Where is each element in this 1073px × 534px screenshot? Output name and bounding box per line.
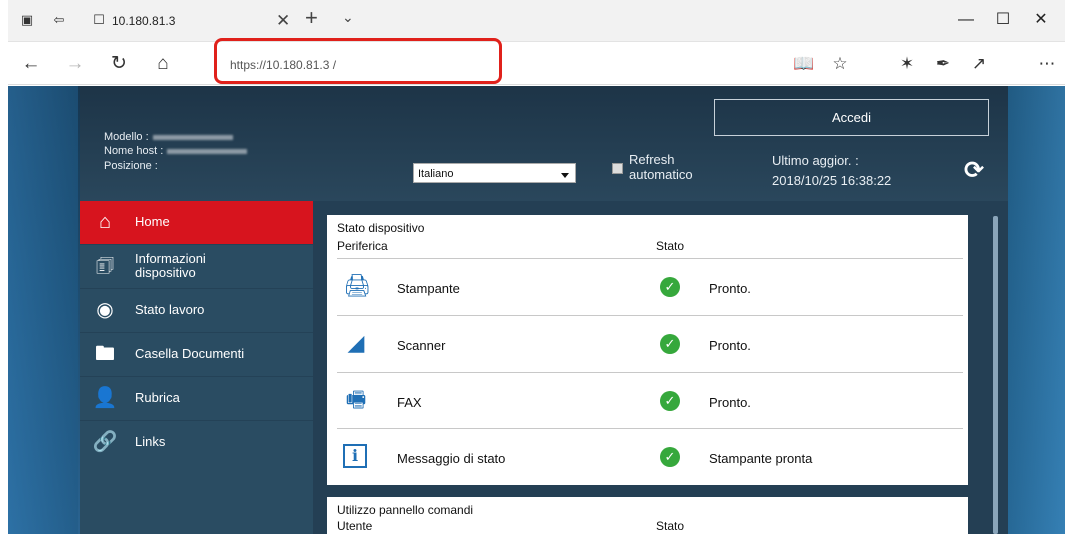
sidebar-item-document-box[interactable]: 🖿 Casella Documenti <box>80 333 313 377</box>
device-info-icon: 🗊 <box>95 255 115 277</box>
chevron-down-icon <box>561 173 569 178</box>
tab-list-icon[interactable]: ⌄ <box>342 9 354 26</box>
last-update-value: 2018/10/25 16:38:22 <box>772 173 892 188</box>
language-select[interactable]: Italiano <box>413 163 576 183</box>
login-button[interactable]: Accedi <box>714 99 989 136</box>
model-label: Modello : <box>104 131 149 143</box>
fax-icon: 🖷 <box>345 387 367 412</box>
address-highlight <box>214 38 502 84</box>
table-row: 🖷 FAX ✓ Pronto. <box>337 372 963 429</box>
favorites-icon[interactable]: ✶ <box>893 50 921 78</box>
reload-status-icon[interactable]: ⟳ <box>960 157 988 185</box>
back-icon[interactable]: ← <box>16 50 46 78</box>
minimize-icon[interactable]: — <box>951 8 981 32</box>
device-status-card: Stato dispositivo Periferica Stato 🖨 Sta… <box>327 215 968 485</box>
web-page: Modello : Nome host : Posizione : Italia… <box>8 86 1065 534</box>
last-update-label: Ultimo aggior. : <box>772 153 859 168</box>
device-status: Pronto. <box>709 281 751 296</box>
tab-aside-icon[interactable]: ⇦ <box>52 13 66 27</box>
panel-usage-title: Utilizzo pannello comandi <box>337 503 474 517</box>
column-header-status: Stato <box>656 239 685 253</box>
main-content: Stato dispositivo Periferica Stato 🖨 Sta… <box>313 201 1008 534</box>
sidebar-item-label: Links <box>135 434 166 449</box>
auto-refresh-label-line1: Refresh <box>629 152 675 167</box>
table-row: 🖨 Stampante ✓ Pronto. <box>337 258 963 315</box>
model-value <box>152 134 233 140</box>
job-status-icon: ◉ <box>96 299 114 321</box>
auto-refresh-label-line2: automatico <box>629 167 693 182</box>
share-icon[interactable]: ↗ <box>965 50 993 78</box>
notes-icon[interactable]: ✒ <box>929 50 957 78</box>
column-header-device: Periferica <box>337 239 388 253</box>
column-header-user: Utente <box>337 519 373 533</box>
model-row: Modello : <box>104 131 233 143</box>
device-status: Pronto. <box>709 338 751 353</box>
address-book-icon: 👤 <box>92 387 118 409</box>
check-ok-icon: ✓ <box>660 334 680 354</box>
sidebar-item-label-line1: Informazioni <box>135 251 206 266</box>
host-row: Nome host : <box>104 145 248 157</box>
device-name: Stampante <box>397 281 460 296</box>
check-ok-icon: ✓ <box>660 391 680 411</box>
language-value: Italiano <box>418 168 454 180</box>
tab-bar: ▣ ⇦ ☐ 10.180.81.3 ✕ + ⌄ — ☐ ✕ <box>8 0 1065 42</box>
device-name: Scanner <box>397 338 446 353</box>
browser-window: ▣ ⇦ ☐ 10.180.81.3 ✕ + ⌄ — ☐ ✕ ← → ↻ ⌂ ht… <box>8 0 1065 534</box>
home-icon[interactable]: ⌂ <box>148 50 178 78</box>
links-icon: 🔗 <box>92 431 118 453</box>
page-icon: ☐ <box>93 12 105 27</box>
auto-refresh-checkbox[interactable] <box>612 163 623 174</box>
maximize-icon[interactable]: ☐ <box>988 8 1018 32</box>
device-status: Stampante pronta <box>709 451 813 466</box>
sidebar-item-label: Casella Documenti <box>135 346 245 361</box>
scanner-icon: ◢ <box>347 330 365 355</box>
sidebar-item-label: Home <box>135 214 170 229</box>
column-header-status: Stato <box>656 519 685 533</box>
home-icon: ⌂ <box>98 211 112 233</box>
new-tab-icon[interactable]: + <box>305 5 318 31</box>
sidebar-item-label: Stato lavoro <box>135 302 205 317</box>
browser-tab[interactable]: ☐ 10.180.81.3 ✕ <box>86 4 290 38</box>
device-status-title: Stato dispositivo <box>337 221 425 235</box>
document-box-icon: 🖿 <box>95 343 115 365</box>
panel-usage-card: Utilizzo pannello comandi Utente Stato <box>327 497 968 534</box>
sidebar-item-home[interactable]: ⌂ Home <box>80 201 313 245</box>
refresh-icon[interactable]: ↻ <box>104 50 134 78</box>
tab-actions-icon[interactable]: ▣ <box>20 13 34 27</box>
forward-icon[interactable]: → <box>60 50 90 78</box>
position-label: Posizione : <box>104 160 158 172</box>
navigation-bar: ← → ↻ ⌂ https://10.180.81.3 / 📖 ☆ ✶ ✒ ↗ … <box>8 43 1065 85</box>
tab-title: 10.180.81.3 <box>112 14 176 28</box>
close-window-icon[interactable]: ✕ <box>1026 8 1056 32</box>
sidebar-item-device-info[interactable]: 🗊 Informazioni dispositivo <box>80 245 313 289</box>
device-name: FAX <box>397 395 422 410</box>
check-ok-icon: ✓ <box>660 277 680 297</box>
host-value <box>167 148 248 154</box>
sidebar-item-label: Rubrica <box>135 390 180 405</box>
sidebar-item-label: Informazioni dispositivo <box>135 252 206 280</box>
device-name: Messaggio di stato <box>397 451 506 466</box>
app-header: Modello : Nome host : Posizione : Italia… <box>80 86 1008 201</box>
close-icon[interactable]: ✕ <box>276 11 290 31</box>
reading-view-icon[interactable]: 📖 <box>790 50 818 78</box>
host-label: Nome host : <box>104 145 164 157</box>
sidebar-item-job-status[interactable]: ◉ Stato lavoro <box>80 289 313 333</box>
table-row: i Messaggio di stato ✓ Stampante pronta <box>337 428 963 485</box>
command-center: Modello : Nome host : Posizione : Italia… <box>80 86 1008 534</box>
printer-icon: 🖨 <box>343 273 371 298</box>
favorite-star-icon[interactable]: ☆ <box>826 50 854 78</box>
info-icon: i <box>343 444 367 468</box>
check-ok-icon: ✓ <box>660 447 680 467</box>
sidebar-item-links[interactable]: 🔗 Links <box>80 421 313 465</box>
sidebar: ⌂ Home 🗊 Informazioni dispositivo ◉ Stato… <box>80 201 313 534</box>
sidebar-item-address-book[interactable]: 👤 Rubrica <box>80 377 313 421</box>
sidebar-item-label-line2: dispositivo <box>135 265 196 280</box>
last-update: Ultimo aggior. : 2018/10/25 16:38:22 <box>772 151 891 191</box>
more-icon[interactable]: ⋯ <box>1033 50 1061 78</box>
auto-refresh-label: Refresh automatico <box>629 152 693 182</box>
table-row: ◢ Scanner ✓ Pronto. <box>337 315 963 372</box>
scrollbar[interactable] <box>993 216 998 534</box>
device-status: Pronto. <box>709 395 751 410</box>
